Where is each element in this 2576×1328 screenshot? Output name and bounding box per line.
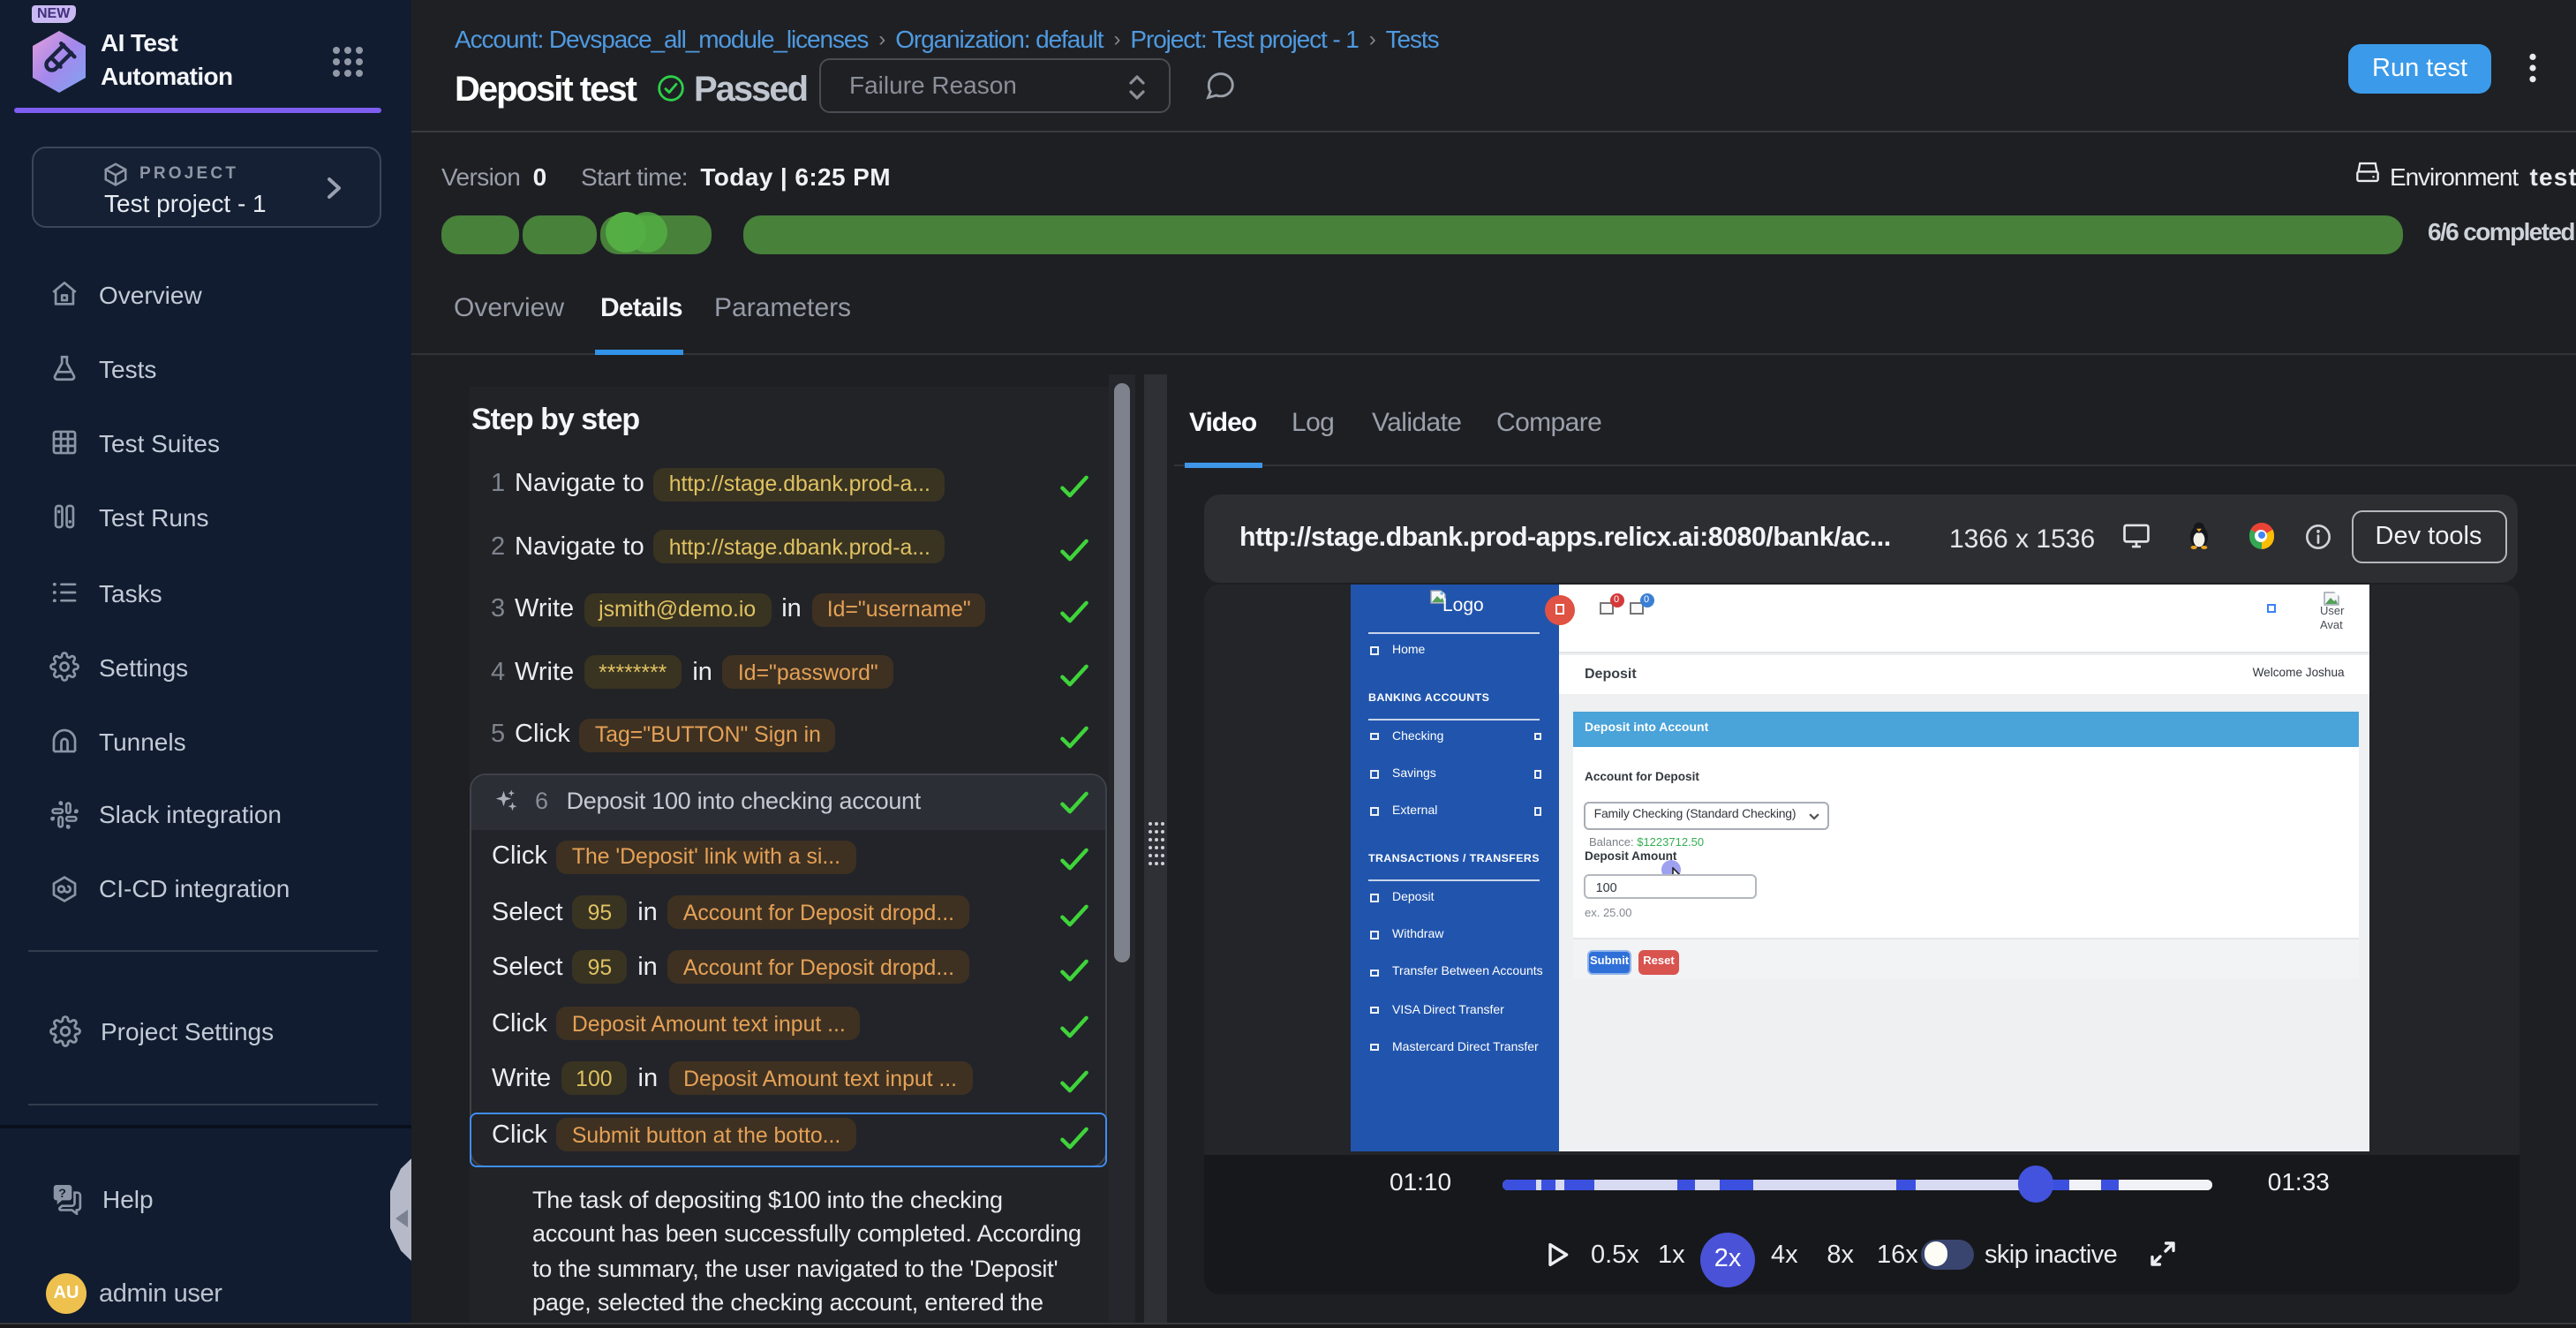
svg-text:?: ?: [58, 1187, 66, 1201]
